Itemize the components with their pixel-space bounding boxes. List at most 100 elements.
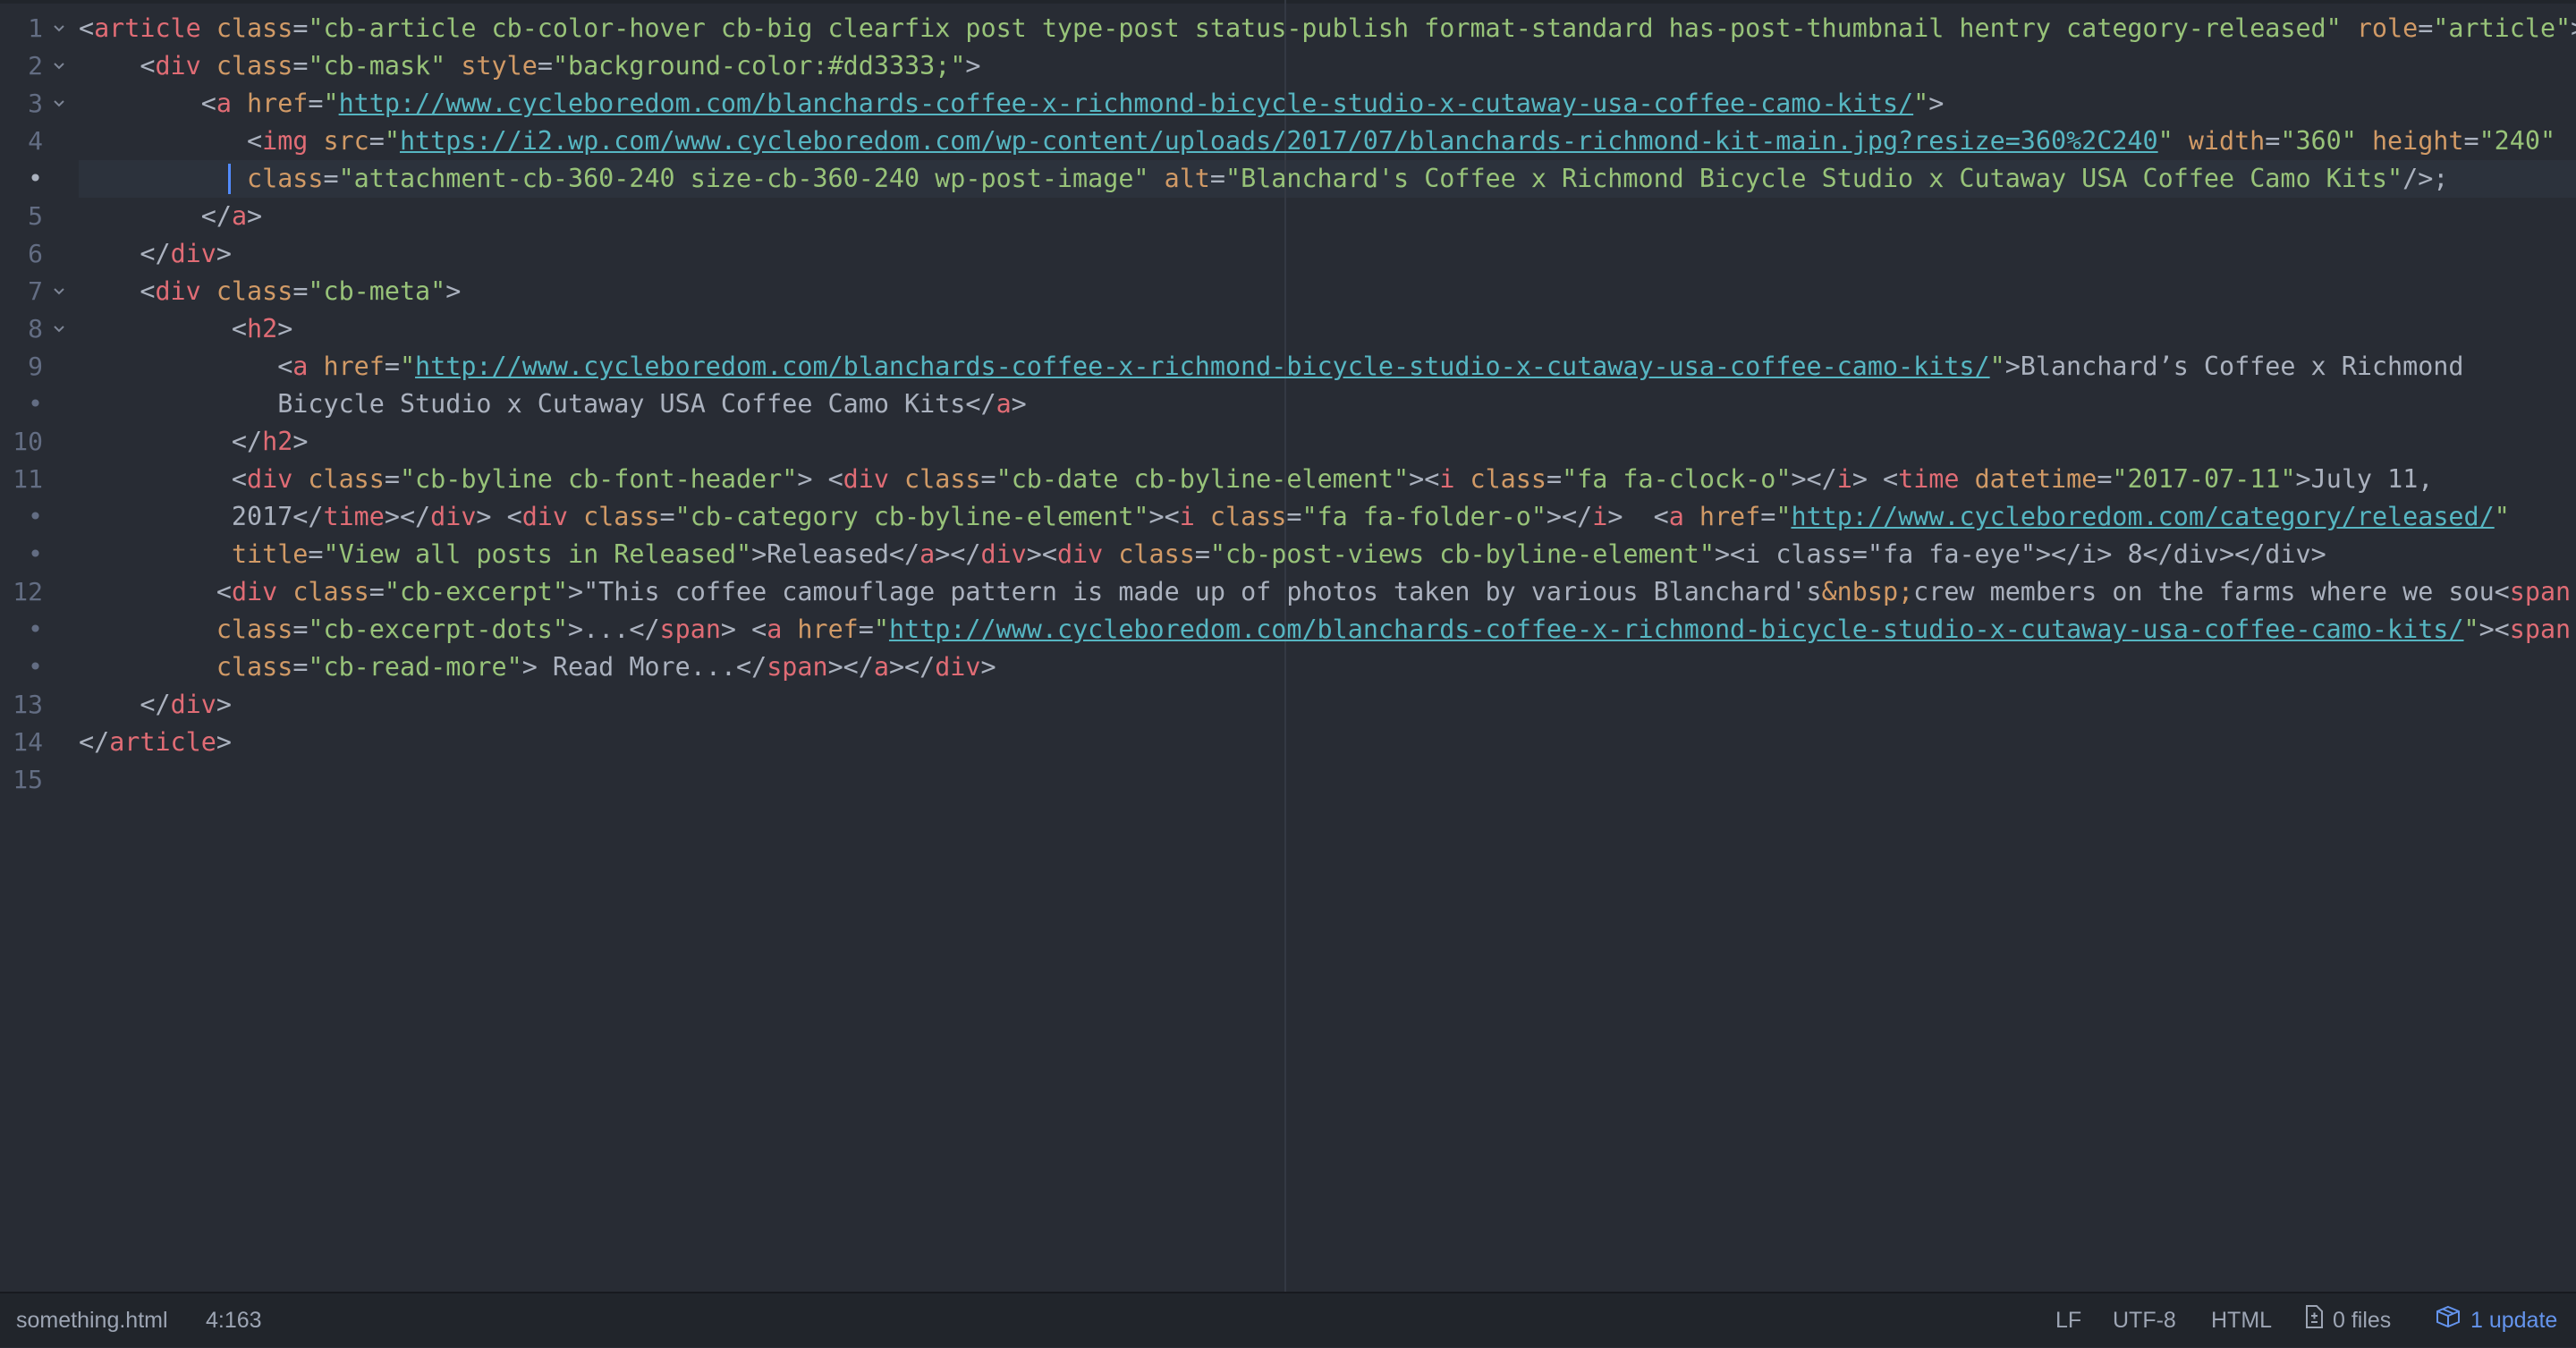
code-token: " [1913, 89, 1929, 118]
code-line[interactable]: <div class="cb-byline cb-font-header"> <… [79, 461, 2433, 498]
code-line[interactable]: <div class="cb-mask" style="background-c… [79, 47, 980, 85]
line-number[interactable]: • [0, 160, 72, 198]
line-number[interactable]: 13 [0, 686, 72, 724]
code-line[interactable]: Bicycle Studio x Cutaway USA Coffee Camo… [79, 386, 1027, 423]
code-token[interactable]: http://www.cycleboredom.com/blanchards-c… [415, 352, 1990, 381]
chevron-down-icon[interactable] [48, 273, 70, 310]
code-token: > [247, 201, 263, 231]
code-line[interactable]: class="cb-excerpt-dots">...</span> <a hr… [79, 611, 2571, 649]
code-token: < [79, 126, 263, 156]
code-token: />; [2402, 164, 2449, 193]
code-editor[interactable]: 1 2 3 4 • 5 6 7 8 9 • 10 11 • • 12 • • 13 14 15 <article cla… [0, 0, 2576, 1292]
code-token: a [996, 389, 1012, 419]
code-token[interactable]: http://www.cycleboredom.com/category/rel… [1791, 502, 2494, 531]
line-number[interactable]: 11 [0, 461, 72, 498]
code-line[interactable]: </h2> [79, 423, 308, 461]
line-number[interactable]: 14 [0, 724, 72, 761]
code-token: width [2188, 126, 2266, 156]
line-number[interactable]: • [0, 386, 72, 423]
line-number-text: 11 [13, 464, 43, 494]
code-token: < [79, 314, 248, 343]
line-number-text: 8 [28, 314, 43, 343]
code-token: = [1194, 539, 1210, 569]
code-line[interactable]: <a href="http://www.cycleboredom.com/bla… [79, 348, 2463, 386]
code-line[interactable]: class="attachment-cb-360-240 size-cb-360… [79, 160, 2448, 198]
code-token: a [873, 652, 889, 682]
line-number[interactable]: 9 [0, 348, 72, 386]
code-token: >"This coffee camouflage pattern is made… [568, 577, 1822, 606]
chevron-down-icon[interactable] [48, 10, 70, 47]
line-number[interactable]: 3 [0, 85, 72, 123]
code-token: = [292, 276, 309, 306]
code-token: h2 [247, 314, 278, 343]
line-number-text: 12 [13, 577, 43, 606]
status-update[interactable]: 1 update [2435, 1293, 2557, 1347]
code-line[interactable]: <article class="cb-article cb-color-hove… [79, 10, 2576, 47]
code-line[interactable]: title="View all posts in Released">Relea… [79, 536, 2326, 573]
code-token: div [155, 276, 201, 306]
code-line[interactable]: </a> [79, 198, 262, 235]
line-number[interactable]: 4 [0, 123, 72, 160]
line-number[interactable]: 7 [0, 273, 72, 310]
status-cursor-position[interactable]: 4:163 [206, 1293, 262, 1347]
status-line-ending[interactable]: LF [2055, 1293, 2081, 1347]
code-token: i [1836, 464, 1852, 494]
line-number[interactable]: 5 [0, 198, 72, 235]
line-number[interactable]: 12 [0, 573, 72, 611]
code-token[interactable]: https://i2.wp.com/www.cycleboredom.com/w… [400, 126, 2158, 156]
line-number[interactable]: 6 [0, 235, 72, 273]
status-file-name[interactable]: something.html [16, 1293, 168, 1347]
code-token: a [231, 201, 248, 231]
chevron-down-icon[interactable] [48, 310, 70, 348]
chevron-down-icon[interactable] [48, 47, 70, 85]
line-number-text: • [28, 539, 43, 569]
code-line[interactable]: <h2> [79, 310, 292, 348]
chevron-down-icon[interactable] [48, 85, 70, 123]
code-token: >...</ [567, 615, 660, 644]
code-line[interactable]: <div class="cb-meta"> [79, 273, 461, 310]
line-number[interactable]: • [0, 611, 72, 649]
line-number[interactable]: • [0, 536, 72, 573]
code-token: " [1989, 352, 2005, 381]
line-number[interactable]: 8 [0, 310, 72, 348]
code-line[interactable]: <div class="cb-excerpt">"This coffee cam… [79, 573, 2571, 611]
code-token: time [323, 502, 385, 531]
package-icon [2435, 1294, 2462, 1348]
code-token: alt [1164, 164, 1210, 193]
status-encoding[interactable]: UTF-8 [2113, 1293, 2176, 1347]
code-token: > [2571, 13, 2576, 43]
line-number[interactable]: 10 [0, 423, 72, 461]
code-token: = [1286, 502, 1302, 531]
code-token: > < [1852, 464, 1899, 494]
code-token: img [262, 126, 309, 156]
line-number[interactable]: 1 [0, 10, 72, 47]
line-number[interactable]: • [0, 498, 72, 536]
code-line[interactable]: <a href="http://www.cycleboredom.com/bla… [79, 85, 1945, 123]
status-git-files[interactable]: 0 files [2304, 1293, 2391, 1347]
code-line[interactable]: </div> [79, 235, 232, 273]
line-number[interactable]: 15 [0, 761, 72, 799]
code-token[interactable]: http://www.cycleboredom.com/blanchards-c… [339, 89, 1914, 118]
code-token: i [1439, 464, 1455, 494]
code-line[interactable]: class="cb-read-more"> Read More...</span… [79, 649, 996, 686]
line-number[interactable]: • [0, 649, 72, 686]
code-text-area[interactable]: <article class="cb-article cb-color-hove… [79, 0, 2576, 1292]
code-line[interactable]: <img src="https://i2.wp.com/www.cyclebor… [79, 123, 2555, 160]
code-token[interactable]: http://www.cycleboredom.com/blanchards-c… [889, 615, 2464, 644]
line-number-text: • [28, 652, 43, 682]
code-token: = [292, 51, 309, 81]
code-line[interactable]: </div> [79, 686, 232, 724]
line-number[interactable]: 2 [0, 47, 72, 85]
status-grammar[interactable]: HTML [2211, 1293, 2272, 1347]
line-number-gutter[interactable]: 1 2 3 4 • 5 6 7 8 9 • 10 11 • • 12 • • 13 14 15 [0, 0, 72, 1292]
code-token: src [323, 126, 369, 156]
code-line[interactable]: </article> [79, 724, 232, 761]
code-line[interactable]: 2017</time></div> <div class="cb-categor… [79, 498, 2510, 536]
